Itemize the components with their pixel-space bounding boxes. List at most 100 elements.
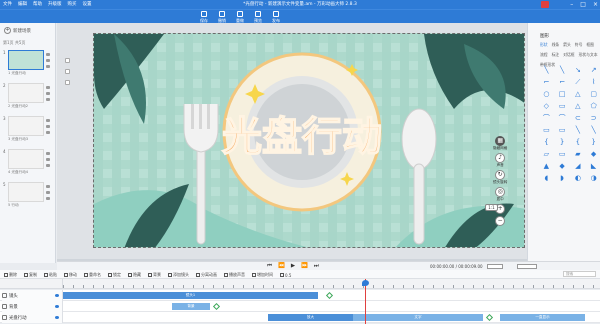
playback-option-button[interactable] xyxy=(517,264,537,269)
shape-item[interactable]: ◢ xyxy=(572,162,585,170)
shape-item[interactable]: ⌒ xyxy=(540,114,553,122)
new-scene-button[interactable]: + 新建场景 xyxy=(4,27,31,34)
shape-item[interactable]: ╲ xyxy=(540,66,553,74)
skip-end-icon[interactable]: ⏭ xyxy=(314,263,319,270)
animation-bar[interactable]: 背景 xyxy=(172,303,210,310)
scene-actions[interactable] xyxy=(46,152,50,167)
shape-item[interactable]: ▭ xyxy=(556,102,569,110)
toggle-grid-button[interactable]: ▦ 隐藏网格 xyxy=(493,136,507,151)
timeline-tool-button[interactable]: 锁定 xyxy=(108,272,121,278)
timeline-track[interactable]: 光盘行动 放大 文字 一直显示 xyxy=(0,312,600,323)
play-icon[interactable]: ▶ xyxy=(291,263,295,270)
select-tool-icon[interactable] xyxy=(65,58,70,63)
tab-dialogs[interactable]: 对话框 xyxy=(563,52,574,58)
shape-item[interactable]: ╲ xyxy=(587,126,600,134)
animation-bar[interactable]: 一直显示 xyxy=(500,314,585,321)
scene-actions[interactable] xyxy=(46,53,50,68)
shape-item[interactable]: ⟋ xyxy=(572,78,585,86)
scene-actions[interactable] xyxy=(46,119,50,134)
scene-thumbnail[interactable]: 2 2 光盘行动2 xyxy=(3,83,53,109)
camera-rotate-button[interactable]: ↻ 镜头旋转 xyxy=(493,170,507,185)
shape-item[interactable]: ◆ xyxy=(587,150,600,158)
tab-flow[interactable]: 流程 xyxy=(540,52,548,58)
timeline-ruler[interactable] xyxy=(63,279,600,289)
timeline-tool-button[interactable]: 添加镜头 xyxy=(168,272,189,278)
shape-item[interactable]: } xyxy=(587,138,600,146)
timeline-tool-button[interactable]: 增加时间 xyxy=(252,272,273,278)
keyframe-icon[interactable] xyxy=(325,291,334,300)
scene-thumbnail[interactable]: 5 5 行动 xyxy=(3,182,53,208)
tab-symbols[interactable]: 符号 xyxy=(575,42,583,48)
shape-item[interactable]: ◐ xyxy=(572,174,585,182)
shape-item[interactable]: ○ xyxy=(540,90,553,98)
shape-item[interactable]: ◇ xyxy=(540,102,553,110)
scene-actions[interactable] xyxy=(46,185,50,200)
shape-item[interactable]: { xyxy=(540,138,553,146)
redo-button[interactable]: 重做 xyxy=(236,11,244,23)
tab-diagrams[interactable]: 框图 xyxy=(586,42,594,48)
scene-thumbnail[interactable]: 4 4 光盘行动4 xyxy=(3,149,53,175)
forward-icon[interactable]: ⏩ xyxy=(301,263,308,270)
shape-item[interactable]: { xyxy=(572,138,585,146)
zoom-out-button[interactable]: − xyxy=(495,216,506,226)
shape-item[interactable]: ▱ xyxy=(540,150,553,158)
timeline-tool-button[interactable]: 重命名 xyxy=(84,272,101,278)
vip-badge[interactable] xyxy=(541,1,549,8)
skip-start-icon[interactable]: ⏮ xyxy=(267,263,272,270)
scene-thumbnail[interactable]: 1 1 光盘行动 xyxy=(3,50,53,76)
animation-bar[interactable]: 镜头1 xyxy=(63,292,318,299)
shape-item[interactable]: ⊃ xyxy=(587,114,600,122)
timeline-tool-button[interactable]: 分离动画 xyxy=(196,272,217,278)
timeline-tool-button[interactable]: 隐藏 xyxy=(128,272,141,278)
rewind-icon[interactable]: ⏪ xyxy=(278,263,285,270)
shape-item[interactable]: ⊂ xyxy=(572,114,585,122)
keyframe-icon[interactable] xyxy=(212,302,221,311)
timeline-tool-button[interactable]: 背景 xyxy=(148,272,161,278)
minimize-icon[interactable]: – xyxy=(570,0,573,9)
tab-shapes[interactable]: 形状 xyxy=(540,42,548,48)
shape-item[interactable]: ◣ xyxy=(587,162,600,170)
animation-bar[interactable]: 放大 xyxy=(268,314,353,321)
shape-item[interactable]: △ xyxy=(572,102,585,110)
sound-button[interactable]: ♪ 声音 xyxy=(495,153,506,168)
timeline-tool-button[interactable]: 播放声音 xyxy=(224,272,245,278)
shape-item[interactable]: ◗ xyxy=(556,174,569,182)
scene-canvas[interactable]: 光盘行动 xyxy=(93,33,525,248)
shape-item[interactable]: ╲ xyxy=(572,126,585,134)
eye-icon[interactable] xyxy=(55,305,59,308)
eye-icon[interactable] xyxy=(55,294,59,297)
tab-arrows[interactable]: 箭头 xyxy=(563,42,571,48)
shape-item[interactable]: ◖ xyxy=(540,174,553,182)
tab-shape-text[interactable]: 形状与文本 xyxy=(579,52,598,58)
shape-item[interactable]: ╲ xyxy=(556,66,569,74)
publish-button[interactable]: 发布 xyxy=(272,11,280,23)
timeline-track[interactable]: 镜头 镜头1 xyxy=(0,290,600,301)
tab-callouts[interactable]: 标注 xyxy=(552,52,560,58)
text-tool-icon[interactable] xyxy=(65,80,70,85)
shape-item[interactable]: ▭ xyxy=(540,126,553,134)
playhead-handle[interactable] xyxy=(362,280,369,286)
shape-item[interactable]: } xyxy=(556,138,569,146)
maximize-icon[interactable]: □ xyxy=(580,0,586,9)
keyframe-icon[interactable] xyxy=(485,313,494,322)
shape-item[interactable]: ⌐ xyxy=(556,78,569,86)
shape-item[interactable]: ▢ xyxy=(587,90,600,98)
timeline-search-input[interactable]: 搜索 xyxy=(563,271,596,277)
shape-item[interactable]: □ xyxy=(556,90,569,98)
headline-text[interactable]: 光盘行动 xyxy=(221,113,383,161)
scene-actions[interactable] xyxy=(46,86,50,101)
zoom-fit-button[interactable]: 1:1 xyxy=(485,204,498,211)
undo-button[interactable]: 撤销 xyxy=(218,11,226,23)
shape-item[interactable]: ↗ xyxy=(587,66,600,74)
preview-button[interactable]: 预览 xyxy=(254,11,262,23)
center-button[interactable]: ◎ 居中 xyxy=(495,187,506,202)
shape-item[interactable]: ⌐ xyxy=(540,78,553,86)
shape-item[interactable]: ↘ xyxy=(572,66,585,74)
tab-lines[interactable]: 线条 xyxy=(552,42,560,48)
shape-item[interactable]: ◆ xyxy=(556,162,569,170)
timeline-tool-button[interactable]: 移动 xyxy=(64,272,77,278)
timeline-tool-button[interactable]: 粘贴 xyxy=(44,272,57,278)
shape-item[interactable]: ▲ xyxy=(540,162,553,170)
shape-item[interactable]: ⌇ xyxy=(587,78,600,86)
timeline-tool-button[interactable]: 0.5 xyxy=(280,272,291,278)
